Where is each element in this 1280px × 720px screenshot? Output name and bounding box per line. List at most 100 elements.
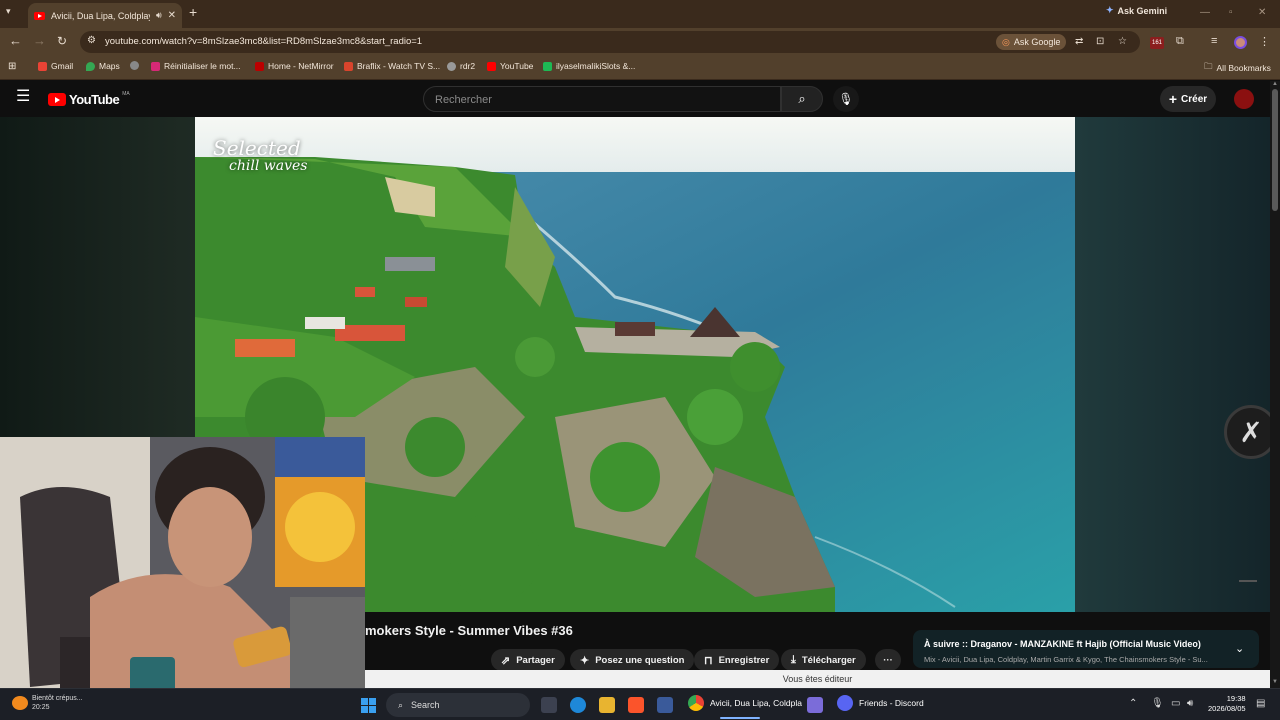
translate-icon[interactable]: ⇄: [1075, 36, 1083, 47]
weather-widget[interactable]: Bientôt crépus... 20:25: [12, 694, 83, 712]
instagram-icon: [151, 61, 160, 71]
save-button[interactable]: ⊓ Enregistrer: [694, 649, 780, 671]
scroll-thumb[interactable]: [1272, 89, 1278, 211]
player-handle[interactable]: [1239, 580, 1257, 582]
search-input[interactable]: Rechercher: [423, 86, 781, 112]
all-bookmarks[interactable]: 🗀 All Bookmarks: [1204, 61, 1271, 75]
scroll-up-icon[interactable]: ▲: [1272, 81, 1278, 87]
volume-icon[interactable]: 🔊︎: [1187, 698, 1193, 709]
start-button[interactable]: [361, 698, 376, 713]
share-button[interactable]: ⇗ Partager: [491, 649, 565, 671]
download-label: Télécharger: [801, 654, 856, 666]
task-view-icon[interactable]: [541, 697, 557, 713]
browser-tab-active[interactable]: Avicii, Dua Lipa, Coldplay, M 🔊︎ ✕: [28, 3, 182, 28]
sparkle-icon: ✦: [580, 654, 590, 667]
hamburger-menu-icon[interactable]: ☰: [16, 89, 30, 105]
create-label: Créer: [1181, 93, 1208, 105]
create-button[interactable]: + Créer: [1160, 86, 1216, 112]
bookmark-youtube[interactable]: YouTube: [487, 61, 533, 71]
download-button[interactable]: ⤓ Télécharger: [781, 649, 866, 671]
ambient-glow-left: [0, 117, 195, 437]
ask-question-button[interactable]: ✦ Posez une question: [570, 649, 695, 671]
more-horizontal-icon: ···: [883, 654, 893, 666]
apps-grid-icon[interactable]: ⊞: [8, 61, 16, 72]
voice-search-button[interactable]: 🎙︎: [833, 86, 859, 112]
ask-gemini-button[interactable]: ✦ Ask Gemini: [1106, 5, 1167, 16]
youtube-favicon-icon: [34, 11, 45, 20]
taskbar-search[interactable]: ⌕ Search: [386, 693, 530, 717]
network-icon[interactable]: ▭: [1171, 698, 1180, 709]
tab-close-icon[interactable]: ✕: [168, 10, 176, 21]
clock-time: 19:38: [1226, 694, 1246, 703]
url-text[interactable]: youtube.com/watch?v=8mSlzae3mc8&list=RD8…: [105, 36, 422, 47]
weather-line2: 20:25: [32, 704, 50, 711]
teams-icon[interactable]: [807, 697, 823, 713]
reading-list-icon[interactable]: ≡: [1211, 35, 1217, 47]
chrome-icon: [688, 695, 704, 711]
extension-badge[interactable]: 161: [1150, 37, 1164, 49]
bookmark-maps[interactable]: Maps: [86, 61, 120, 71]
taskbar-chrome-app[interactable]: Avicii, Dua Lipa, Coldpla: [688, 695, 802, 711]
bookmark-braflix[interactable]: Braflix - Watch TV S...: [344, 61, 440, 71]
gmail-icon: [38, 61, 47, 71]
globe-icon: [130, 61, 139, 70]
account-avatar[interactable]: [1234, 89, 1254, 109]
taskbar-discord-app[interactable]: Friends - Discord: [837, 695, 924, 711]
store-icon[interactable]: [657, 697, 673, 713]
discord-app-label: Friends - Discord: [859, 698, 924, 708]
up-next-subtitle: Mix - Avicii, Dua Lipa, Coldplay, Martin…: [924, 655, 1208, 664]
bookmark-star-icon[interactable]: ☆: [1118, 36, 1127, 47]
profile-avatar[interactable]: [1234, 36, 1247, 49]
ask-gemini-label: Ask Gemini: [1117, 5, 1168, 16]
search-button[interactable]: ⌕: [781, 86, 823, 112]
youtube-play-icon: [48, 93, 66, 106]
forward-icon[interactable]: →: [33, 34, 46, 48]
bookmark-reset[interactable]: Réinitialiser le mot...: [151, 61, 241, 71]
address-bar[interactable]: ⚙︎ youtube.com/watch?v=8mSlzae3mc8&list=…: [80, 31, 1140, 53]
more-actions-button[interactable]: ···: [875, 649, 901, 671]
bookmark-label: rdr2: [460, 61, 476, 71]
tab-list-icon[interactable]: ▾: [6, 6, 11, 17]
more-menu-icon[interactable]: ⋮: [1259, 35, 1270, 48]
bookmark-rdr2[interactable]: rdr2: [447, 61, 475, 71]
search-placeholder: Rechercher: [435, 94, 492, 106]
chevron-up-icon[interactable]: ⌃: [1129, 698, 1137, 709]
bookmark-label: Gmail: [51, 61, 74, 71]
ask-google-button[interactable]: ◎ Ask Google: [996, 34, 1067, 50]
youtube-logo[interactable]: YouTube MA: [48, 91, 130, 107]
new-tab-button[interactable]: +: [189, 5, 197, 19]
site-info-icon[interactable]: ⚙︎: [87, 35, 96, 46]
bookmark-globe[interactable]: [130, 61, 139, 70]
edge-icon[interactable]: [570, 697, 586, 713]
bookmark-label: Réinitialiser le mot...: [164, 61, 241, 71]
braflix-icon: [344, 61, 353, 71]
tab-audio-icon[interactable]: 🔊︎: [156, 10, 162, 21]
system-clock[interactable]: 19:38 2026/08/05: [1208, 694, 1246, 714]
page-scrollbar[interactable]: ▲ ▼: [1270, 81, 1280, 688]
install-app-icon[interactable]: ⊡: [1096, 36, 1104, 47]
bookmark-icon: ⊓: [704, 654, 713, 667]
window-close-icon[interactable]: ✕: [1258, 7, 1266, 18]
plus-icon: +: [1168, 91, 1178, 107]
restore-icon[interactable]: ▫: [1229, 7, 1233, 18]
microphone-tray-icon[interactable]: 🎙︎: [1151, 698, 1164, 709]
bookmark-slots[interactable]: ilyaselmalikiSlots &...: [543, 61, 635, 71]
notification-icon[interactable]: ▤: [1256, 698, 1265, 709]
logo-text: YouTube: [69, 92, 120, 107]
minimize-icon[interactable]: —: [1200, 7, 1210, 18]
up-next-card[interactable]: À suivre :: Draganov - MANZAKINE ft Haji…: [913, 630, 1259, 668]
back-icon[interactable]: ←: [9, 34, 22, 48]
discord-icon: [837, 695, 853, 711]
bookmark-netmirror[interactable]: Home - NetMirror: [255, 61, 334, 71]
brave-icon[interactable]: [628, 697, 644, 713]
youtube-header: ☰ YouTube MA Rechercher ⌕ 🎙︎ + Créer: [0, 81, 1270, 117]
scroll-down-icon[interactable]: ▼: [1272, 679, 1278, 685]
chevron-down-icon[interactable]: ⌄: [1235, 642, 1244, 655]
extensions-icon[interactable]: ⧉: [1176, 35, 1184, 48]
reload-icon[interactable]: ↻: [57, 34, 67, 48]
file-explorer-icon[interactable]: [599, 697, 615, 713]
bookmark-gmail[interactable]: Gmail: [38, 61, 73, 71]
taskbar-search-label: Search: [411, 700, 440, 710]
bookmark-label: Home - NetMirror: [268, 61, 334, 71]
active-app-indicator: [720, 717, 760, 719]
